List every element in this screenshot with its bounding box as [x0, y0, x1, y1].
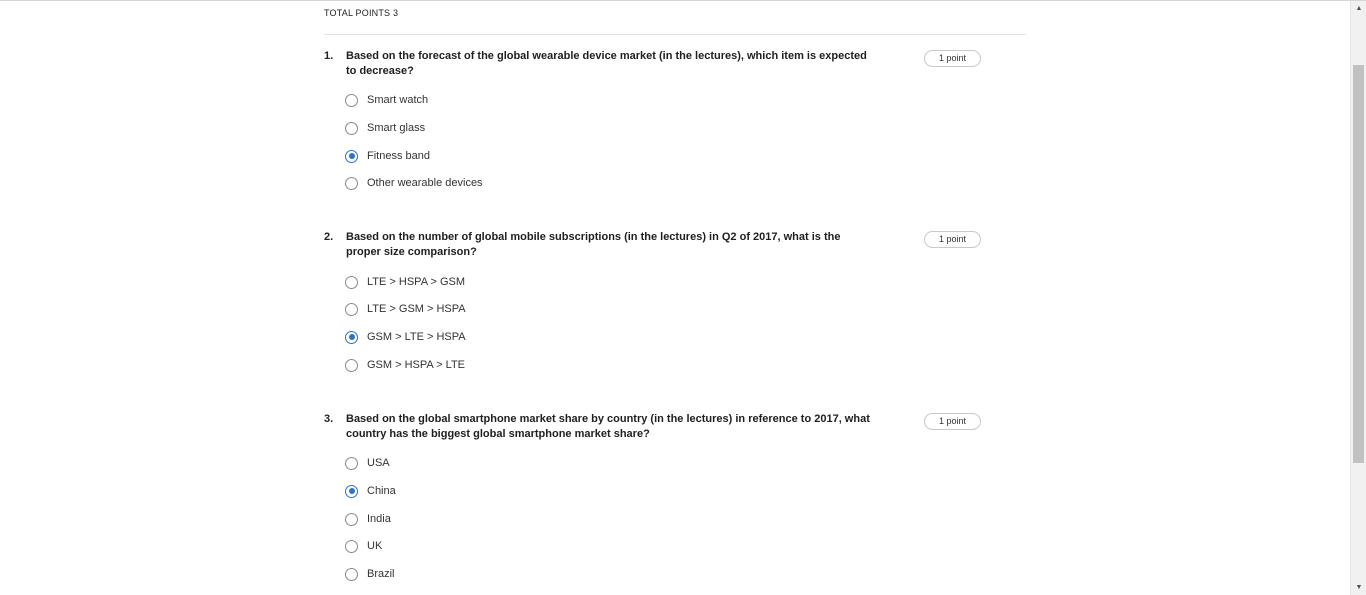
- option-india[interactable]: India: [345, 511, 391, 527]
- radio-checked-icon[interactable]: [345, 149, 358, 163]
- option-china[interactable]: China: [345, 483, 396, 499]
- radio-unchecked-icon[interactable]: [345, 302, 358, 316]
- radio-unchecked-icon[interactable]: [345, 93, 358, 107]
- header-divider: [324, 34, 1026, 35]
- radio-unchecked-icon[interactable]: [345, 539, 358, 553]
- option-label: LTE > GSM > HSPA: [367, 303, 466, 315]
- option-smart-glass[interactable]: Smart glass: [345, 120, 425, 136]
- option-label: India: [367, 513, 391, 525]
- radio-checked-icon[interactable]: [345, 330, 358, 344]
- option-label: GSM > HSPA > LTE: [367, 359, 466, 371]
- option-label: Smart glass: [367, 122, 426, 134]
- option-brazil[interactable]: Brazil: [345, 566, 395, 582]
- option-label: USA: [367, 457, 390, 469]
- option-label: Brazil: [367, 568, 395, 580]
- option-lte-hspa-gsm[interactable]: LTE > HSPA > GSM: [345, 274, 465, 290]
- radio-unchecked-icon[interactable]: [345, 176, 358, 190]
- scrollbar-thumb[interactable]: [1353, 65, 1364, 463]
- scroll-down-arrow-icon[interactable]: ▼: [1351, 581, 1366, 595]
- option-fitness-band[interactable]: Fitness band: [345, 148, 430, 164]
- question-number: 2.: [324, 231, 334, 243]
- radio-unchecked-icon[interactable]: [345, 512, 358, 526]
- option-uk[interactable]: UK: [345, 538, 382, 554]
- scroll-up-arrow-icon[interactable]: ▲: [1351, 2, 1366, 16]
- points-badge: 1 point: [924, 50, 981, 67]
- option-gsm-hspa-lte[interactable]: GSM > HSPA > LTE: [345, 357, 465, 373]
- radio-unchecked-icon[interactable]: [345, 456, 358, 470]
- question-number: 1.: [324, 50, 334, 62]
- option-lte-gsm-hspa[interactable]: LTE > GSM > HSPA: [345, 301, 466, 317]
- option-label: UK: [367, 540, 383, 552]
- option-smart-watch[interactable]: Smart watch: [345, 92, 428, 108]
- option-label: Fitness band: [367, 150, 430, 162]
- question-text: Based on the number of global mobile sub…: [346, 231, 841, 258]
- total-points-label: TOTAL POINTS 3: [324, 8, 399, 18]
- question-text: Based on the forecast of the global wear…: [346, 50, 867, 77]
- option-label: China: [367, 485, 396, 497]
- option-label: Other wearable devices: [367, 177, 483, 189]
- radio-unchecked-icon[interactable]: [345, 567, 358, 581]
- option-label: GSM > LTE > HSPA: [367, 331, 466, 343]
- vertical-scrollbar[interactable]: ▲ ▼: [1350, 1, 1366, 595]
- radio-unchecked-icon[interactable]: [345, 358, 358, 372]
- quiz-viewport: TOTAL POINTS 3 1. Based on the forecast …: [0, 0, 1366, 595]
- radio-checked-icon[interactable]: [345, 484, 358, 498]
- question-number: 3.: [324, 413, 334, 425]
- option-label: Smart watch: [367, 94, 429, 106]
- points-badge: 1 point: [924, 231, 981, 248]
- radio-unchecked-icon[interactable]: [345, 275, 358, 289]
- option-label: LTE > HSPA > GSM: [367, 276, 466, 288]
- question-text: Based on the global smartphone market sh…: [346, 413, 870, 440]
- option-other-wearable-devices[interactable]: Other wearable devices: [345, 175, 483, 191]
- radio-unchecked-icon[interactable]: [345, 121, 358, 135]
- option-gsm-lte-hspa[interactable]: GSM > LTE > HSPA: [345, 329, 466, 345]
- points-badge: 1 point: [924, 413, 981, 430]
- option-usa[interactable]: USA: [345, 455, 390, 471]
